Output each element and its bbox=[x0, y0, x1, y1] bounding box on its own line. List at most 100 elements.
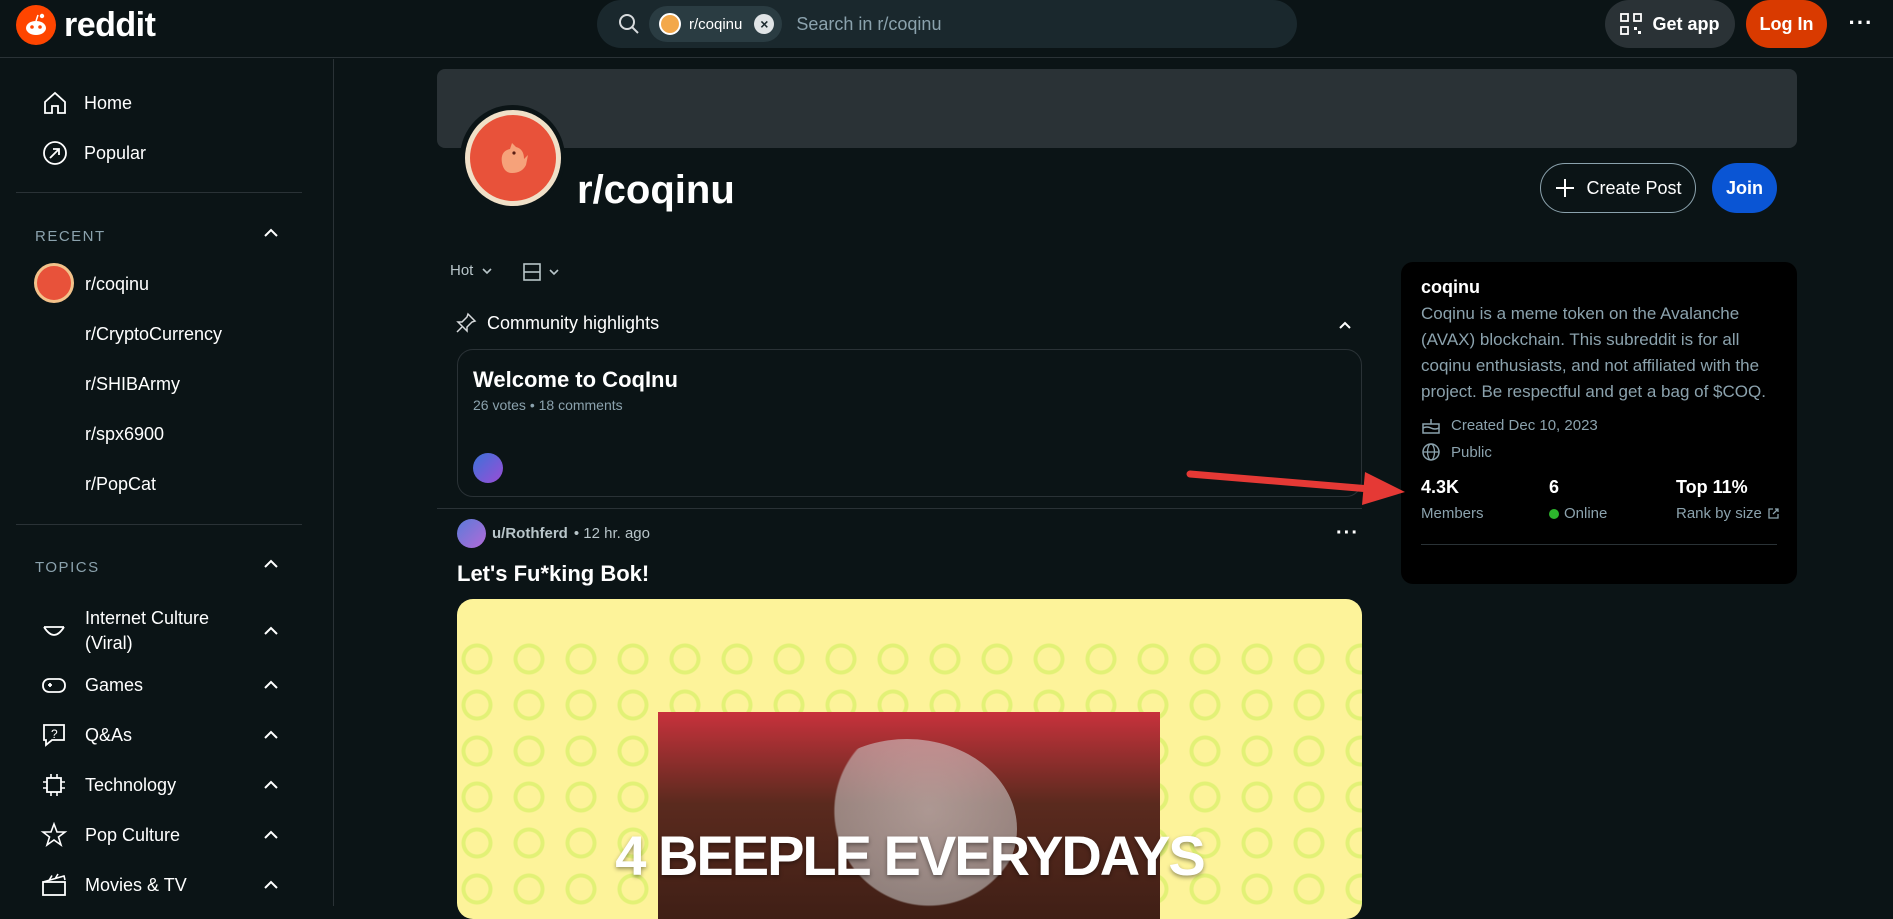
rooster-logo-icon bbox=[501, 142, 528, 173]
chevron-down-icon bbox=[549, 269, 559, 276]
search-scope-chip[interactable]: r/coqinu × bbox=[649, 6, 783, 42]
sidebar-divider bbox=[16, 192, 302, 193]
sidebar-item-label: Technology bbox=[85, 774, 177, 795]
chevron-up-icon[interactable] bbox=[1337, 317, 1353, 333]
members-stat: 4.3K Members bbox=[1421, 477, 1484, 522]
chevron-up-icon[interactable] bbox=[262, 726, 280, 744]
chevron-up-icon[interactable] bbox=[262, 676, 280, 694]
reddit-logo[interactable]: reddit bbox=[16, 5, 156, 45]
smile-icon bbox=[43, 626, 65, 636]
media-caption: 4 BEEPLE EVERYDAYS bbox=[615, 824, 1206, 887]
post-title[interactable]: Let's Fu*king Bok! bbox=[457, 561, 649, 587]
rank-label: Rank by size bbox=[1676, 505, 1762, 522]
reddit-snoo-icon bbox=[16, 5, 56, 45]
star-icon bbox=[40, 821, 68, 848]
post-meta: u/Rothferd • 12 hr. ago bbox=[457, 519, 650, 548]
sidebar-item-internet-culture[interactable]: Internet Culture (Viral) bbox=[30, 605, 300, 657]
about-community-card: coqinu Coqinu is a meme token on the Ava… bbox=[1401, 262, 1797, 584]
recent-item[interactable]: r/PopCat bbox=[85, 474, 156, 495]
sort-dropdown[interactable]: Hot bbox=[450, 262, 493, 279]
recent-item[interactable]: r/coqinu bbox=[85, 274, 149, 295]
join-button[interactable]: Join bbox=[1712, 163, 1777, 213]
subreddit-avatar bbox=[34, 263, 74, 303]
online-stat: 6 Online bbox=[1549, 477, 1607, 522]
pin-icon bbox=[456, 312, 477, 333]
community-name: coqinu bbox=[1421, 277, 1480, 297]
topics-section-label: TOPICS bbox=[35, 559, 100, 576]
sort-label: Hot bbox=[450, 262, 474, 279]
post-options-icon[interactable]: ··· bbox=[1336, 522, 1359, 545]
close-icon[interactable]: × bbox=[754, 14, 775, 34]
recent-item[interactable]: r/CryptoCurrency bbox=[85, 324, 222, 345]
sidebar-item-label: Popular bbox=[84, 142, 147, 163]
subreddit-banner bbox=[437, 69, 1797, 148]
online-dot-icon bbox=[1549, 508, 1559, 519]
left-sidebar: Home Popular RECENT r/coqinu r/CryptoCur… bbox=[0, 59, 334, 906]
highlight-title: Welcome to CoqInu bbox=[473, 367, 678, 392]
sidebar-item-label: Movies & TV bbox=[85, 874, 187, 895]
online-count: 6 bbox=[1549, 477, 1560, 497]
chevron-up-icon[interactable] bbox=[262, 622, 280, 640]
rank-value: Top 11% bbox=[1676, 477, 1748, 497]
search-icon bbox=[619, 14, 639, 34]
more-options-icon[interactable]: ··· bbox=[1846, 10, 1876, 38]
plus-icon bbox=[1556, 179, 1575, 197]
subreddit-title: r/coqinu bbox=[577, 168, 735, 212]
recent-item[interactable]: r/SHIBArmy bbox=[85, 374, 180, 395]
clapper-icon bbox=[42, 873, 66, 896]
highlight-meta: 26 votes • 18 comments bbox=[473, 397, 623, 413]
chevron-up-icon[interactable] bbox=[262, 224, 280, 242]
search-input[interactable] bbox=[796, 4, 1297, 44]
chevron-up-icon[interactable] bbox=[262, 826, 280, 844]
sidebar-item-movies-tv[interactable]: Movies & TV bbox=[30, 867, 300, 903]
view-mode-dropdown[interactable] bbox=[522, 262, 560, 282]
members-count: 4.3K bbox=[1421, 477, 1460, 497]
sidebar-divider bbox=[16, 524, 302, 525]
external-link-icon[interactable] bbox=[1767, 507, 1780, 520]
reddit-wordmark: reddit bbox=[64, 5, 156, 44]
gamepad-icon bbox=[42, 678, 66, 693]
created-date-row: Created Dec 10, 2023 bbox=[1421, 415, 1598, 435]
get-app-button[interactable]: Get app bbox=[1605, 0, 1735, 48]
card-divider bbox=[1421, 544, 1777, 545]
qr-code-icon bbox=[1620, 13, 1643, 35]
chevron-up-icon[interactable] bbox=[262, 555, 280, 573]
chevron-up-icon[interactable] bbox=[262, 876, 280, 894]
author-avatar bbox=[473, 453, 503, 483]
sidebar-item-qas[interactable]: ? Q&As bbox=[30, 717, 300, 753]
recent-item[interactable]: r/spx6900 bbox=[85, 424, 164, 445]
chevron-up-icon[interactable] bbox=[262, 776, 280, 794]
online-label: Online bbox=[1564, 505, 1608, 522]
sidebar-item-popular[interactable]: Popular bbox=[30, 129, 300, 177]
post-author[interactable]: u/Rothferd bbox=[492, 525, 568, 542]
sidebar-item-label: Home bbox=[84, 92, 133, 113]
visibility-row: Public bbox=[1421, 442, 1492, 462]
community-highlights-label: Community highlights bbox=[487, 312, 660, 333]
sidebar-item-label: Games bbox=[85, 674, 144, 695]
search-scope-label: r/coqinu bbox=[689, 15, 743, 33]
create-post-button[interactable]: Create Post bbox=[1540, 163, 1696, 213]
community-description: Coqinu is a meme token on the Avalanche … bbox=[1421, 304, 1766, 401]
rank-stat[interactable]: Top 11% Rank by size bbox=[1676, 477, 1780, 522]
author-avatar[interactable] bbox=[457, 519, 486, 548]
popular-icon bbox=[40, 138, 70, 168]
community-highlights-header[interactable]: Community highlights bbox=[455, 312, 1355, 334]
sidebar-item-label: Pop Culture bbox=[85, 824, 181, 845]
post-media[interactable]: 4 BEEPLE EVERYDAYS bbox=[457, 599, 1362, 919]
top-header: reddit r/coqinu × Get app Log In ··· bbox=[0, 0, 1893, 58]
sidebar-item-pop-culture[interactable]: Pop Culture bbox=[30, 817, 300, 853]
annotation-arrow-icon bbox=[1186, 470, 1405, 505]
sidebar-item-games[interactable]: Games bbox=[30, 667, 300, 703]
cake-icon bbox=[1422, 419, 1440, 434]
sidebar-item-label: Internet Culture (Viral) bbox=[85, 608, 210, 653]
globe-icon bbox=[1422, 443, 1440, 461]
sidebar-item-technology[interactable]: Technology bbox=[30, 767, 300, 803]
search-bar[interactable]: r/coqinu × bbox=[597, 0, 1297, 48]
chevron-down-icon bbox=[482, 267, 492, 274]
card-view-icon bbox=[523, 263, 541, 281]
sidebar-item-label: Q&As bbox=[85, 724, 133, 745]
subreddit-chip-avatar bbox=[659, 13, 681, 35]
login-button[interactable]: Log In bbox=[1746, 0, 1827, 48]
sidebar-item-home[interactable]: Home bbox=[30, 79, 300, 127]
subreddit-avatar bbox=[460, 105, 565, 210]
